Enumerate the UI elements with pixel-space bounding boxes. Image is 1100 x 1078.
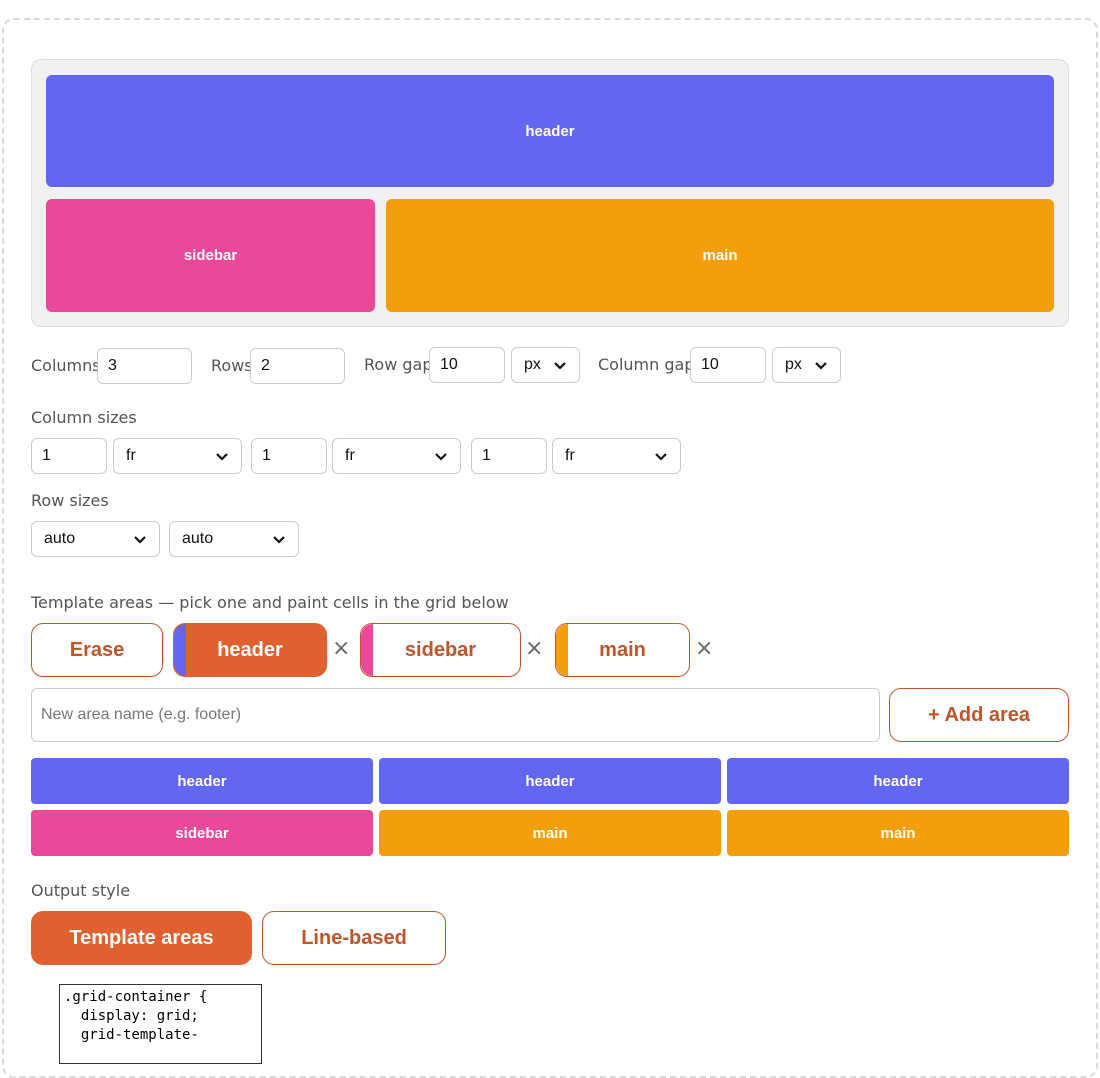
new-area-placeholder: New area name (e.g. footer)	[41, 706, 242, 723]
area-chip-header[interactable]: header	[173, 623, 327, 677]
chevron-down-icon	[273, 536, 285, 544]
column-size-unit-select-3[interactable]: fr	[552, 438, 681, 474]
remove-sidebar-close-icon[interactable]: ×	[525, 636, 543, 661]
area-cell[interactable]: main	[379, 810, 721, 856]
column-size-unit-select-1[interactable]: fr	[113, 438, 242, 474]
area-cell[interactable]: header	[31, 758, 373, 804]
row-size-value: auto	[44, 530, 76, 547]
row-gap-unit-select[interactable]: px	[511, 347, 580, 383]
area-chip-label: sidebar	[404, 638, 477, 661]
area-chip-sidebar[interactable]: sidebar	[360, 623, 521, 677]
columns-label: Columns	[31, 356, 101, 375]
area-color-swatch	[361, 624, 373, 676]
chevron-down-icon	[655, 453, 667, 461]
area-chip-main[interactable]: main	[555, 623, 690, 677]
preview-main: main	[386, 199, 1054, 312]
column-sizes-label: Column sizes	[31, 408, 137, 427]
add-area-button[interactable]: + Add area	[889, 688, 1069, 742]
row-size-value: auto	[182, 530, 214, 547]
preview-header: header	[46, 75, 1054, 187]
template-areas-button[interactable]: Template areas	[31, 911, 252, 965]
new-area-name-input[interactable]: New area name (e.g. footer)	[31, 688, 880, 742]
column-size-input-2[interactable]: 1	[251, 438, 327, 474]
chevron-down-icon	[216, 453, 228, 461]
area-cell[interactable]: sidebar	[31, 810, 373, 856]
area-chip-label: main	[599, 638, 646, 661]
column-gap-input[interactable]: 10	[690, 347, 766, 383]
row-size-select-1[interactable]: auto	[31, 521, 160, 557]
chevron-down-icon	[815, 362, 827, 370]
row-size-select-2[interactable]: auto	[169, 521, 299, 557]
column-size-input-1[interactable]: 1	[31, 438, 107, 474]
area-cell[interactable]: main	[727, 810, 1069, 856]
area-cell[interactable]: header	[727, 758, 1069, 804]
column-size-unit-select-2[interactable]: fr	[332, 438, 461, 474]
column-gap-label: Column gap	[598, 355, 695, 374]
row-sizes-label: Row sizes	[31, 491, 109, 510]
grid-preview: header sidebar main	[31, 59, 1069, 327]
area-color-swatch	[556, 624, 568, 676]
column-size-input-3[interactable]: 1	[471, 438, 547, 474]
line-based-button[interactable]: Line-based	[262, 911, 446, 965]
remove-main-close-icon[interactable]: ×	[695, 636, 713, 661]
erase-button[interactable]: Erase	[31, 623, 163, 677]
column-gap-unit-select[interactable]: px	[772, 347, 841, 383]
output-style-label: Output style	[31, 881, 131, 900]
area-chip-label: header	[217, 638, 283, 661]
column-size-unit-value: fr	[565, 447, 575, 464]
template-areas-label: Template areas — pick one and paint cell…	[31, 593, 509, 612]
preview-sidebar: sidebar	[46, 199, 375, 312]
column-gap-unit-value: px	[785, 356, 802, 373]
remove-header-close-icon[interactable]: ×	[332, 636, 350, 661]
area-cell[interactable]: header	[379, 758, 721, 804]
column-size-unit-value: fr	[345, 447, 355, 464]
row-gap-unit-value: px	[524, 356, 541, 373]
chevron-down-icon	[134, 536, 146, 544]
columns-input[interactable]: 3	[97, 348, 192, 384]
chevron-down-icon	[554, 362, 566, 370]
area-color-swatch	[174, 624, 186, 676]
row-gap-label: Row gap	[364, 355, 433, 374]
css-output-code[interactable]: .grid-container { display: grid; grid-te…	[59, 984, 262, 1064]
row-gap-input[interactable]: 10	[429, 347, 505, 383]
chevron-down-icon	[435, 453, 447, 461]
rows-input[interactable]: 2	[250, 348, 345, 384]
column-size-unit-value: fr	[126, 447, 136, 464]
rows-label: Rows	[211, 356, 253, 375]
